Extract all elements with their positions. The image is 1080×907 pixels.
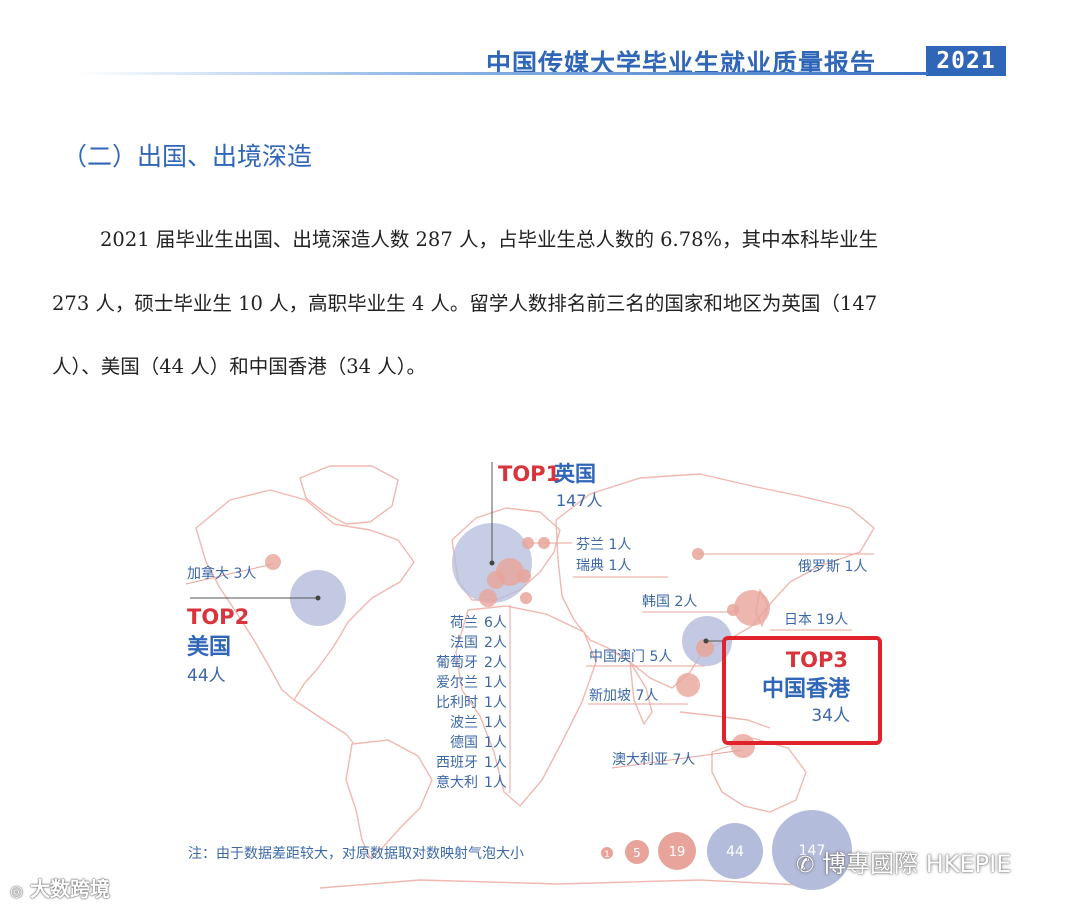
watermark-left-text: 大数跨境: [30, 877, 111, 901]
watermark-right-text: 博專國際 HKEPIE: [822, 850, 1012, 878]
top1-name: 英国: [554, 462, 596, 486]
europe-name-8: 意大利: [436, 774, 478, 791]
top2-name: 美国: [187, 634, 231, 660]
top1-rank: TOP1: [498, 462, 560, 486]
label-finland: 芬兰 1人: [576, 537, 631, 553]
top2-rank: TOP2: [187, 605, 249, 629]
top1-count: 147人: [556, 491, 603, 510]
data-bubbles: [265, 523, 770, 758]
world-map-infographic: TOP1 英国 147人 TOP2 美国 44人 TOP3 中国香港 34人 加…: [185, 462, 882, 890]
bubble-canada: [265, 554, 281, 570]
watermark-right: ✆ 博專國際 HKEPIE: [796, 844, 1011, 879]
bubble-germany: [517, 569, 531, 583]
europe-count-0: 6人: [484, 615, 507, 631]
bubble-singapore: [676, 673, 700, 697]
top3-name: 中国香港: [762, 677, 851, 702]
wechat-icon: ✆: [796, 853, 815, 878]
legend-label-1: 1: [604, 850, 610, 860]
top3-rank: TOP3: [786, 648, 848, 672]
europe-count-1: 2人: [484, 635, 507, 651]
europe-name-1: 法国: [450, 635, 478, 651]
label-korea: 韩国 2人: [642, 594, 697, 610]
europe-count-5: 1人: [484, 715, 507, 731]
europe-count-4: 1人: [484, 695, 507, 711]
europe-name-5: 波兰: [450, 715, 478, 731]
europe-name-7: 西班牙: [436, 755, 478, 771]
label-russia: 俄罗斯 1人: [798, 559, 867, 575]
europe-name-2: 葡萄牙: [436, 655, 478, 671]
watermark-left-icon: ◎: [10, 882, 24, 900]
europe-count-7: 1人: [484, 755, 507, 771]
label-japan: 日本 19人: [784, 612, 848, 628]
bubble-japan: [734, 590, 770, 626]
legend-label-44: 44: [726, 844, 744, 860]
europe-name-0: 荷兰: [450, 615, 478, 631]
label-macau: 中国澳门 5人: [589, 649, 672, 665]
bubble-france: [487, 571, 505, 589]
europe-count-3: 1人: [484, 675, 507, 691]
legend-label-19: 19: [669, 845, 686, 860]
bubble-portugal: [479, 589, 497, 607]
europe-name-6: 德国: [450, 735, 478, 751]
top2-count: 44人: [187, 666, 226, 686]
europe-name-3: 爱尔兰: [436, 675, 478, 691]
label-canada: 加拿大 3人: [187, 565, 256, 582]
europe-count-8: 1人: [484, 775, 507, 791]
bubble-italy: [520, 592, 532, 604]
watermark-left: ◎ 大数跨境: [10, 873, 110, 902]
label-sweden: 瑞典 1人: [576, 558, 631, 574]
label-singapore: 新加坡 7人: [589, 688, 658, 704]
legend-label-5: 5: [633, 846, 641, 860]
bubble-korea: [727, 604, 739, 616]
bubble-australia: [731, 734, 755, 758]
europe-count-6: 1人: [484, 735, 507, 751]
label-australia: 澳大利亚 7人: [612, 752, 695, 768]
europe-name-4: 比利时: [436, 695, 478, 711]
legend-note: 注：由于数据差距较大，对原数据取对数映射气泡大小: [188, 846, 524, 862]
top3-count: 34人: [811, 706, 850, 726]
europe-count-2: 2人: [484, 655, 507, 671]
europe-list: 荷兰 6人 法国 2人 葡萄牙 2人 爱尔兰 1人 比利时 1人 波兰 1人 德…: [436, 615, 507, 791]
